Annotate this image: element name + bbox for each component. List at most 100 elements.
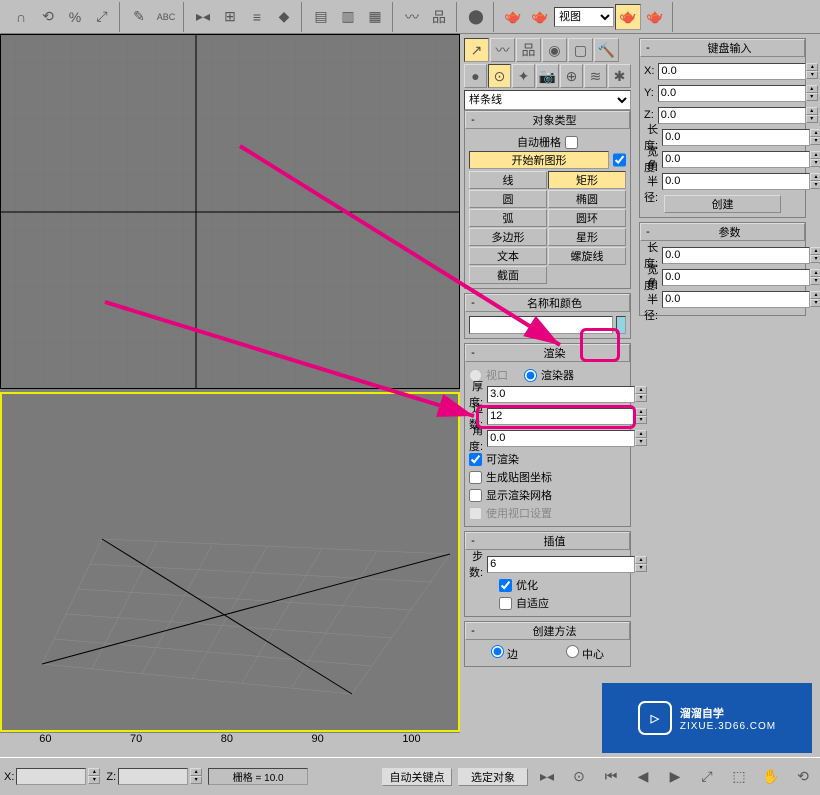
spin-up[interactable]: ▴ xyxy=(810,129,820,137)
timeline-prev-icon[interactable]: ▸◂ xyxy=(534,764,560,790)
geom-cat-icon[interactable]: ● xyxy=(464,64,487,88)
dispmesh-checkbox[interactable] xyxy=(469,489,482,502)
rollout-header[interactable]: -键盘输入 xyxy=(640,39,805,57)
thickness-input[interactable] xyxy=(487,386,635,403)
lights-cat-icon[interactable]: ✦ xyxy=(512,64,535,88)
arc-button[interactable]: 弧 xyxy=(469,209,547,227)
orbit-icon[interactable]: ⟲ xyxy=(790,764,816,790)
spin-up[interactable]: ▴ xyxy=(810,173,820,181)
pan-icon[interactable]: ✋ xyxy=(758,764,784,790)
viewport-perspective[interactable] xyxy=(0,392,460,732)
helix-button[interactable]: 螺旋线 xyxy=(548,247,626,265)
renderer-radio[interactable] xyxy=(524,369,537,382)
render-scene-icon[interactable]: 🫖 xyxy=(527,4,553,30)
select-name-icon[interactable]: ABC xyxy=(153,4,179,30)
percent-snap-icon[interactable]: % xyxy=(62,4,88,30)
spin-down[interactable]: ▾ xyxy=(806,93,818,101)
section-button[interactable]: 截面 xyxy=(469,266,547,284)
autokey-button[interactable]: 自动关键点 xyxy=(382,768,452,786)
x-input[interactable] xyxy=(658,63,806,80)
spin-down[interactable]: ▾ xyxy=(810,137,820,145)
renderable-checkbox[interactable] xyxy=(469,453,482,466)
zoom-region-icon[interactable]: ⬚ xyxy=(726,764,752,790)
shapes-cat-icon[interactable]: ⊙ xyxy=(488,64,511,88)
key-filters-icon[interactable]: ⊙ xyxy=(566,764,592,790)
edge-radio[interactable] xyxy=(491,645,504,658)
spin-down[interactable]: ▾ xyxy=(810,181,820,189)
utilities-tab[interactable]: 🔨 xyxy=(594,38,619,62)
array-icon[interactable]: ⊞ xyxy=(217,4,243,30)
modify-tab[interactable]: 〰 xyxy=(490,38,515,62)
spin-up[interactable]: ▴ xyxy=(810,151,820,159)
optimize-checkbox[interactable] xyxy=(499,579,512,592)
spin-up[interactable]: ▴ xyxy=(810,247,820,255)
spin-up[interactable]: ▴ xyxy=(806,63,818,71)
rollout-header[interactable]: -名称和颜色 xyxy=(465,294,630,312)
text-button[interactable]: 文本 xyxy=(469,247,547,265)
align-icon[interactable]: ≡ xyxy=(244,4,270,30)
steps-input[interactable] xyxy=(487,556,635,573)
spin-up[interactable]: ▴ xyxy=(810,291,820,299)
ngon-button[interactable]: 多边形 xyxy=(469,228,547,246)
ellipse-button[interactable]: 椭圆 xyxy=(548,190,626,208)
rollout-header[interactable]: -渲染 xyxy=(465,344,630,362)
start-new-checkbox[interactable] xyxy=(613,151,626,169)
render-setup-icon[interactable]: 🫖 xyxy=(500,4,526,30)
play-icon[interactable]: ▶ xyxy=(662,764,688,790)
curve-editor-icon[interactable]: 〰 xyxy=(399,4,425,30)
plength-input[interactable] xyxy=(662,247,810,264)
layer-add-icon[interactable]: ▦ xyxy=(362,4,388,30)
spin-down[interactable]: ▾ xyxy=(810,159,820,167)
y-input[interactable] xyxy=(658,85,806,102)
space-cat-icon[interactable]: ≋ xyxy=(584,64,607,88)
start-new-shape-button[interactable]: 开始新图形 xyxy=(469,151,609,169)
corner-input[interactable] xyxy=(662,173,810,190)
angle-input[interactable] xyxy=(487,430,635,447)
adaptive-checkbox[interactable] xyxy=(499,597,512,610)
spin-up[interactable]: ▴ xyxy=(806,85,818,93)
rectangle-button[interactable]: 矩形 xyxy=(548,171,626,189)
snap-toggle-icon[interactable]: ∩ xyxy=(8,4,34,30)
autogrid-checkbox[interactable] xyxy=(565,136,578,149)
spin-up[interactable]: ▴ xyxy=(810,269,820,277)
spin-down[interactable]: ▾ xyxy=(806,71,818,79)
subcategory-combo[interactable]: 样条线 xyxy=(464,90,631,110)
cameras-cat-icon[interactable]: 📷 xyxy=(536,64,559,88)
quick-render-icon[interactable]: 🫖 xyxy=(615,4,641,30)
render-view-select[interactable]: 视图 xyxy=(554,7,614,27)
pcorner-input[interactable] xyxy=(662,291,810,308)
rollout-header[interactable]: -参数 xyxy=(640,223,805,241)
object-name-input[interactable] xyxy=(469,316,613,334)
viewport-top[interactable] xyxy=(0,34,460,389)
snapshot-icon[interactable]: ◆ xyxy=(271,4,297,30)
circle-button[interactable]: 圆 xyxy=(469,190,547,208)
width-input[interactable] xyxy=(662,151,810,168)
goto-start-icon[interactable]: ⏮ xyxy=(598,764,624,790)
create-tab[interactable]: ↗ xyxy=(464,38,489,62)
systems-cat-icon[interactable]: ✱ xyxy=(608,64,631,88)
line-button[interactable]: 线 xyxy=(469,171,547,189)
selected-button[interactable]: 选定对象 xyxy=(458,768,528,786)
pwidth-input[interactable] xyxy=(662,269,810,286)
spinner-snap-icon[interactable]: ⤢ xyxy=(89,4,115,30)
helpers-cat-icon[interactable]: ⊕ xyxy=(560,64,583,88)
color-swatch[interactable] xyxy=(616,316,626,334)
rollout-header[interactable]: -对象类型 xyxy=(465,111,630,129)
spin-down[interactable]: ▾ xyxy=(810,255,820,263)
hierarchy-tab[interactable]: 品 xyxy=(516,38,541,62)
mirror-icon[interactable]: ▸◂ xyxy=(190,4,216,30)
motion-tab[interactable]: ◉ xyxy=(542,38,567,62)
length-input[interactable] xyxy=(662,129,810,146)
rollout-header[interactable]: -创建方法 xyxy=(465,622,630,640)
spin-down[interactable]: ▾ xyxy=(810,299,820,307)
layer-mgr-icon[interactable]: ▤ xyxy=(308,4,334,30)
star-button[interactable]: 星形 xyxy=(548,228,626,246)
prev-frame-icon[interactable]: ◀ xyxy=(630,764,656,790)
sides-input[interactable] xyxy=(487,408,635,425)
zoom-ext-icon[interactable]: ⤢ xyxy=(694,764,720,790)
angle-snap-icon[interactable]: ⟲ xyxy=(35,4,61,30)
display-tab[interactable]: ▢ xyxy=(568,38,593,62)
spin-down[interactable]: ▾ xyxy=(806,115,818,123)
spin-down[interactable]: ▾ xyxy=(810,277,820,285)
genmap-checkbox[interactable] xyxy=(469,471,482,484)
